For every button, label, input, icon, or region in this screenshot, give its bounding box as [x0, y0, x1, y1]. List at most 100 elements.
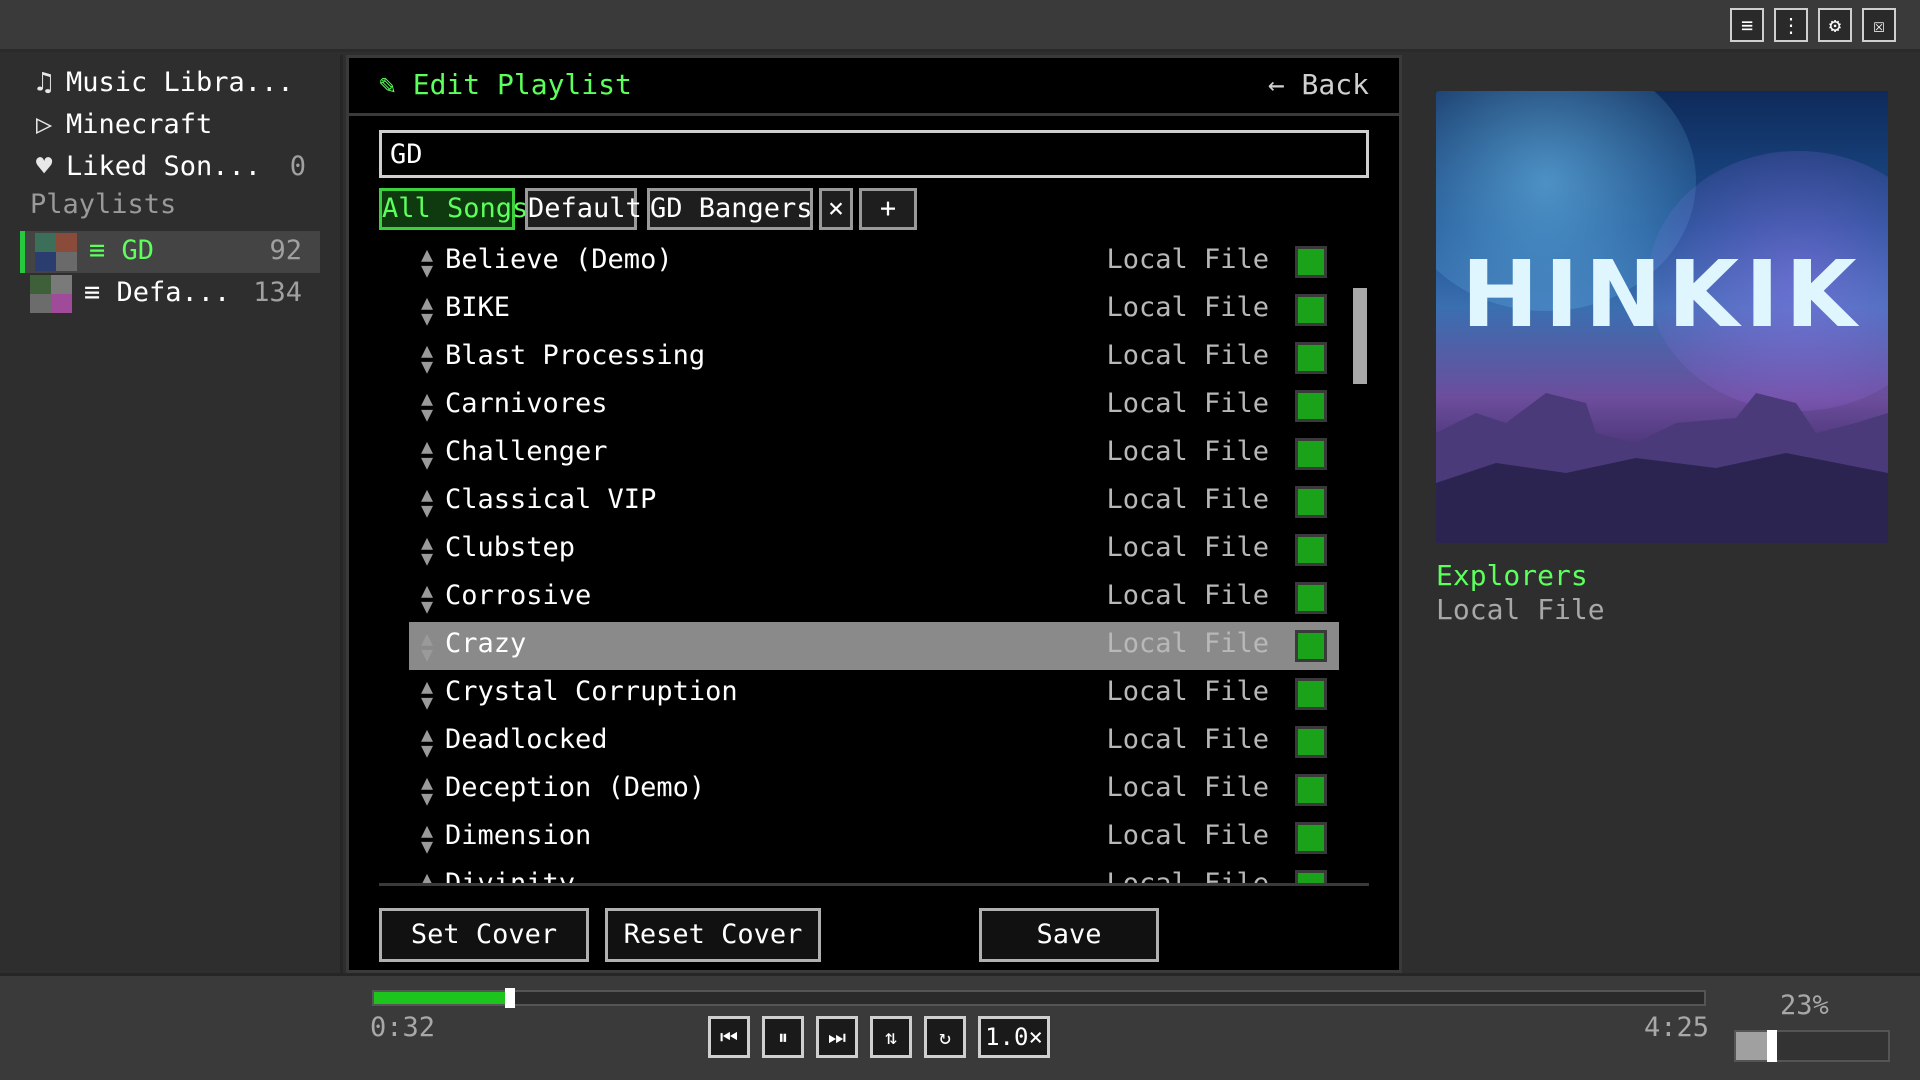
progress-handle[interactable] [505, 988, 515, 1008]
drag-handle-icon[interactable]: ▲▼ [417, 628, 437, 664]
drag-handle-icon[interactable]: ▲▼ [417, 532, 437, 568]
playlist-count: 134 [253, 277, 302, 308]
song-title: BIKE [445, 292, 511, 323]
playlist-item-gd[interactable]: ≡ GD 92 [20, 231, 320, 273]
previous-icon[interactable]: ⏮ [708, 1016, 750, 1058]
song-title: Crystal Corruption [445, 676, 738, 707]
set-cover-button[interactable]: Set Cover [379, 908, 589, 962]
song-row[interactable]: ▲ ▼ Challenger Local File [409, 430, 1339, 478]
song-title: Deception (Demo) [445, 772, 706, 803]
song-title: Carnivores [445, 388, 608, 419]
song-source: Local File [1106, 532, 1269, 563]
repeat-icon[interactable]: ↻ [924, 1016, 966, 1058]
tab-default[interactable]: Default [525, 188, 642, 230]
song-checkbox[interactable] [1295, 774, 1327, 806]
drag-handle-icon[interactable]: ▲▼ [417, 436, 437, 472]
song-source: Local File [1106, 436, 1269, 467]
song-checkbox[interactable] [1295, 486, 1327, 518]
remove-tab-button[interactable]: × [819, 188, 853, 230]
now-playing-source: Local File [1436, 593, 1605, 626]
close-icon[interactable]: ☒ [1862, 8, 1896, 42]
song-source: Local File [1106, 724, 1269, 755]
drag-handle-icon[interactable]: ▲▼ [417, 388, 437, 424]
now-playing-panel: HINKIK Explorers Local File [1414, 55, 1920, 973]
song-row[interactable]: ▲ ▼ Dimension Local File [409, 814, 1339, 862]
play-outline-icon: ▷ [36, 109, 53, 140]
playlist-thumbnail [35, 233, 77, 271]
volume-slider[interactable] [1734, 1030, 1890, 1062]
song-checkbox[interactable] [1295, 342, 1327, 374]
song-title: Divinity [445, 868, 576, 886]
song-checkbox[interactable] [1295, 678, 1327, 710]
drag-handle-icon[interactable]: ▲▼ [417, 340, 437, 376]
save-button[interactable]: Save [979, 908, 1159, 962]
sidebar-item-music-library[interactable]: ♫ Music Libra... [36, 67, 294, 98]
add-tab-button[interactable]: + [859, 188, 917, 230]
drag-handle-icon[interactable]: ▲▼ [417, 484, 437, 520]
playlist-thumbnail [30, 275, 72, 313]
total-time: 4:25 [1644, 1012, 1710, 1043]
playlist-name-input[interactable] [379, 130, 1369, 178]
tab-gd-bangers[interactable]: GD Bangers [647, 188, 813, 230]
song-source: Local File [1106, 340, 1269, 371]
song-checkbox[interactable] [1295, 822, 1327, 854]
drag-handle-icon[interactable]: ▲▼ [417, 724, 437, 760]
playlist-count: 92 [269, 235, 302, 266]
shuffle-icon[interactable]: ⇅ [870, 1016, 912, 1058]
song-source: Local File [1106, 628, 1269, 659]
song-source: Local File [1106, 244, 1269, 275]
song-row[interactable]: ▲ ▼ Believe (Demo) Local File [409, 238, 1339, 286]
song-row[interactable]: ▲ ▼ Crystal Corruption Local File [409, 670, 1339, 718]
next-icon[interactable]: ⏭ [816, 1016, 858, 1058]
song-row[interactable]: ▲ ▼ Blast Processing Local File [409, 334, 1339, 382]
reset-cover-button[interactable]: Reset Cover [605, 908, 821, 962]
drag-handle-icon[interactable]: ▲▼ [417, 292, 437, 328]
scrollbar[interactable] [1351, 288, 1369, 883]
song-checkbox[interactable] [1295, 534, 1327, 566]
drag-handle-icon[interactable]: ▲▼ [417, 676, 437, 712]
speed-button[interactable]: 1.0× [978, 1016, 1050, 1058]
volume-handle[interactable] [1766, 1030, 1777, 1062]
pause-icon[interactable]: ⏸ [762, 1016, 804, 1058]
sidebar-item-minecraft[interactable]: ▷ Minecraft [36, 109, 212, 140]
playlist-item-default[interactable]: ≡ Defa... 134 [20, 273, 320, 315]
song-row[interactable]: ▲ ▼ Carnivores Local File [409, 382, 1339, 430]
drag-handle-icon[interactable]: ▲▼ [417, 580, 437, 616]
song-source: Local File [1106, 772, 1269, 803]
back-button[interactable]: ← Back [1268, 68, 1369, 101]
song-list[interactable]: ▲ ▼ Believe (Demo) Local File ▲ ▼ BIKE Local Fi… [379, 238, 1369, 886]
song-row[interactable]: ▲ ▼ Deadlocked Local File [409, 718, 1339, 766]
progress-bar[interactable] [372, 988, 1706, 1008]
scrollbar-thumb[interactable] [1353, 288, 1367, 384]
song-checkbox[interactable] [1295, 294, 1327, 326]
song-title: Clubstep [445, 532, 576, 563]
song-row[interactable]: ▲▼ Divinity Local File [409, 862, 1339, 886]
song-row[interactable]: ▲ ▼ Crazy Local File [409, 622, 1339, 670]
song-row[interactable]: ▲ ▼ Deception (Demo) Local File [409, 766, 1339, 814]
player-bar: 0:32 4:25 ⏮ ⏸ ⏭ ⇅ ↻ 1.0× 23% [0, 973, 1920, 1080]
song-source: Local File [1106, 484, 1269, 515]
song-title: Corrosive [445, 580, 592, 611]
song-row[interactable]: ▲ ▼ Classical VIP Local File [409, 478, 1339, 526]
song-row[interactable]: ▲ ▼ Clubstep Local File [409, 526, 1339, 574]
drag-handle-icon[interactable]: ▲▼ [417, 820, 437, 856]
song-source: Local File [1106, 388, 1269, 419]
drag-handle-icon[interactable]: ▲▼ [417, 772, 437, 808]
tab-all-songs[interactable]: All Songs [379, 188, 528, 230]
song-checkbox[interactable] [1295, 582, 1327, 614]
song-checkbox[interactable] [1295, 870, 1327, 883]
drag-handle-icon[interactable]: ▲▼ [417, 868, 437, 883]
drag-handle-icon[interactable]: ▲▼ [417, 244, 437, 280]
song-checkbox[interactable] [1295, 726, 1327, 758]
song-checkbox[interactable] [1295, 438, 1327, 470]
settings-icon[interactable]: ⚙ [1818, 8, 1852, 42]
more-icon[interactable]: ⋮ [1774, 8, 1808, 42]
song-checkbox[interactable] [1295, 246, 1327, 278]
song-source: Local File [1106, 580, 1269, 611]
menu-icon[interactable]: ≡ [1730, 8, 1764, 42]
song-row[interactable]: ▲ ▼ Corrosive Local File [409, 574, 1339, 622]
song-checkbox[interactable] [1295, 630, 1327, 662]
song-row[interactable]: ▲ ▼ BIKE Local File [409, 286, 1339, 334]
song-checkbox[interactable] [1295, 390, 1327, 422]
volume-fill [1736, 1032, 1771, 1060]
